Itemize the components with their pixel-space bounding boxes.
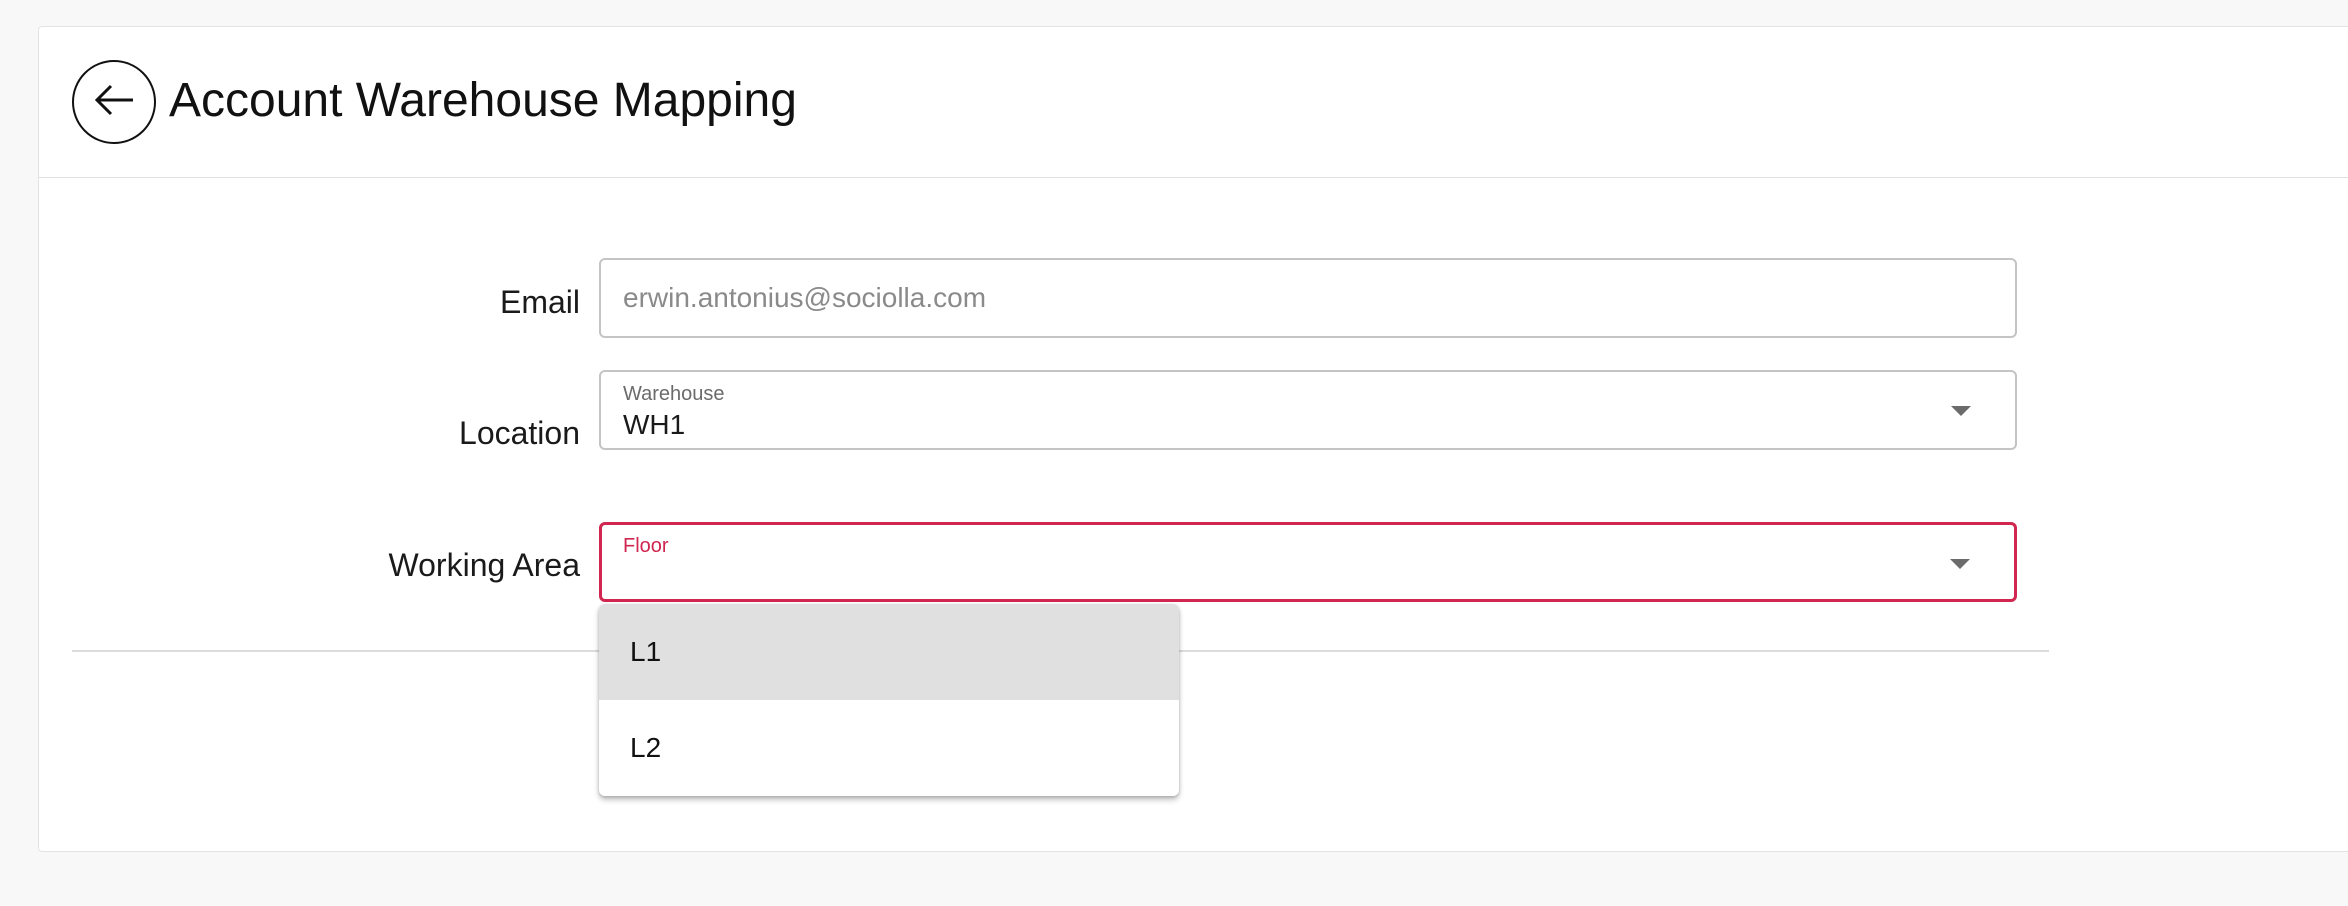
floor-dropdown-menu: L1 L2 — [599, 604, 1179, 796]
page-header: Account Warehouse Mapping — [39, 27, 2348, 178]
warehouse-field-label: Warehouse — [623, 383, 725, 405]
caret-down-icon — [1951, 406, 1971, 416]
arrow-left-icon — [93, 83, 135, 122]
page-title: Account Warehouse Mapping — [169, 74, 797, 127]
working-area-label: Working Area — [388, 547, 581, 583]
floor-option-l2[interactable]: L2 — [599, 700, 1179, 796]
floor-option-l1[interactable]: L1 — [599, 604, 1179, 700]
back-button[interactable] — [72, 60, 156, 144]
caret-down-icon — [1950, 559, 1970, 569]
floor-select[interactable]: Floor — [599, 522, 2017, 602]
floor-field-label: Floor — [623, 535, 669, 557]
email-value: erwin.antonius@sociolla.com — [623, 282, 987, 313]
email-field[interactable]: erwin.antonius@sociolla.com — [599, 258, 2017, 338]
warehouse-select[interactable]: Warehouse WH1 — [599, 370, 2017, 450]
warehouse-selected-value: WH1 — [623, 409, 686, 440]
form-card: Account Warehouse Mapping Email erwin.an… — [38, 26, 2348, 852]
location-label: Location — [459, 415, 580, 451]
email-label: Email — [499, 284, 580, 320]
